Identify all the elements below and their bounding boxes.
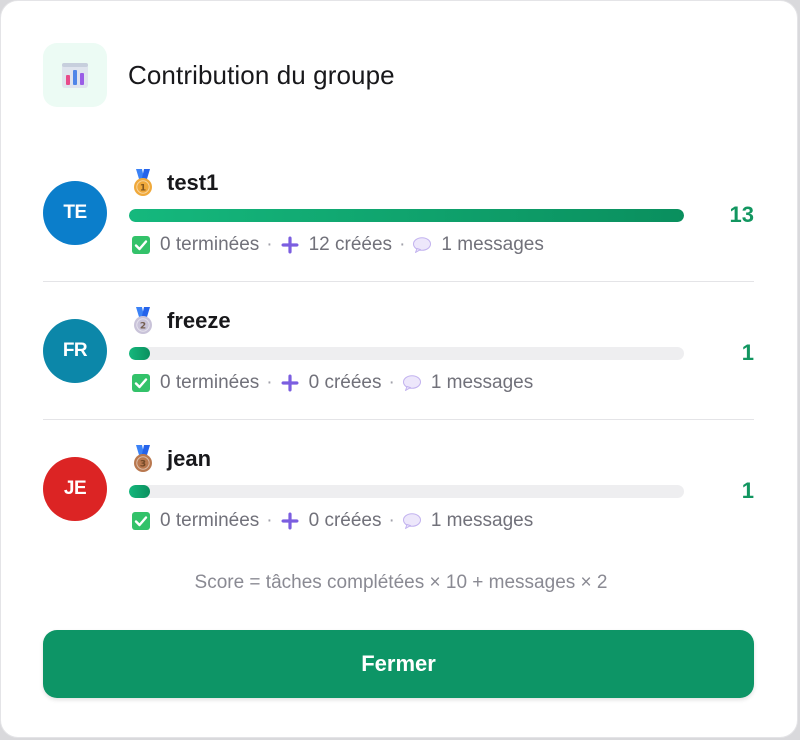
member-name-row: 1 test1 — [131, 168, 218, 198]
contribution-progress-bar — [129, 209, 684, 222]
dialog-title: Contribution du groupe — [128, 59, 395, 90]
svg-text:2: 2 — [140, 322, 146, 332]
contribution-dialog: Contribution du groupe TE 1 test1 13 0 t… — [0, 0, 798, 738]
member-stats: 0 terminées · 12 créées · 1 messages — [131, 234, 544, 256]
speech-bubble-icon — [402, 375, 421, 391]
avatar: JE — [43, 457, 107, 521]
avatar: TE — [43, 181, 107, 245]
member-name-row: 3 jean — [131, 444, 211, 474]
created-count: 12 créées — [308, 234, 393, 255]
silver-medal-icon: 2 — [131, 307, 167, 335]
bar-chart-icon — [43, 43, 107, 107]
speech-bubble-icon — [413, 237, 432, 253]
speech-bubble-icon — [402, 513, 421, 529]
member-stats: 0 terminées · 0 créées · 1 messages — [131, 372, 533, 394]
svg-text:3: 3 — [140, 460, 146, 470]
progress-fill — [129, 485, 151, 498]
checkbox-checked-icon — [132, 374, 150, 392]
member-stats: 0 terminées · 0 créées · 1 messages — [131, 510, 533, 532]
completed-count: 0 terminées — [160, 372, 260, 393]
progress-fill — [129, 347, 151, 360]
member-score: 1 — [741, 478, 754, 503]
created-count: 0 créées — [308, 510, 382, 531]
completed-count: 0 terminées — [160, 234, 260, 255]
avatar: FR — [43, 319, 107, 383]
member-name: freeze — [167, 308, 231, 333]
members-list: TE 1 test1 13 0 terminées · 12 créées · … — [43, 144, 754, 558]
member-row: FR 2 freeze 1 0 terminées · 0 créées · 1… — [43, 282, 754, 420]
member-name-row: 2 freeze — [131, 306, 231, 336]
messages-count: 1 messages — [430, 372, 534, 393]
separator: · — [388, 372, 395, 393]
member-score: 13 — [729, 202, 754, 227]
separator: · — [388, 510, 395, 531]
bronze-medal-icon: 3 — [131, 445, 167, 473]
contribution-progress-bar — [129, 347, 684, 360]
member-row: JE 3 jean 1 0 terminées · 0 créées · 1 m… — [43, 420, 754, 558]
member-score: 1 — [741, 340, 754, 365]
plus-icon — [281, 512, 299, 530]
member-row: TE 1 test1 13 0 terminées · 12 créées · … — [43, 144, 754, 282]
messages-count: 1 messages — [430, 510, 534, 531]
created-count: 0 créées — [308, 372, 382, 393]
member-name: jean — [167, 446, 212, 471]
dialog-header: Contribution du groupe — [43, 43, 395, 107]
checkbox-checked-icon — [132, 512, 150, 530]
messages-count: 1 messages — [441, 234, 544, 255]
plus-icon — [281, 374, 299, 392]
contribution-progress-bar — [129, 485, 684, 498]
separator: · — [266, 372, 273, 393]
separator: · — [399, 234, 406, 255]
gold-medal-icon: 1 — [131, 169, 167, 197]
close-button[interactable]: Fermer — [43, 630, 754, 698]
separator: · — [266, 234, 273, 255]
score-formula: Score = tâches complétées × 10 + message… — [194, 572, 608, 593]
separator: · — [266, 510, 273, 531]
member-name: test1 — [167, 170, 219, 195]
plus-icon — [281, 236, 299, 254]
progress-fill — [129, 209, 684, 222]
svg-text:1: 1 — [140, 184, 146, 194]
checkbox-checked-icon — [132, 236, 150, 254]
completed-count: 0 terminées — [160, 510, 260, 531]
